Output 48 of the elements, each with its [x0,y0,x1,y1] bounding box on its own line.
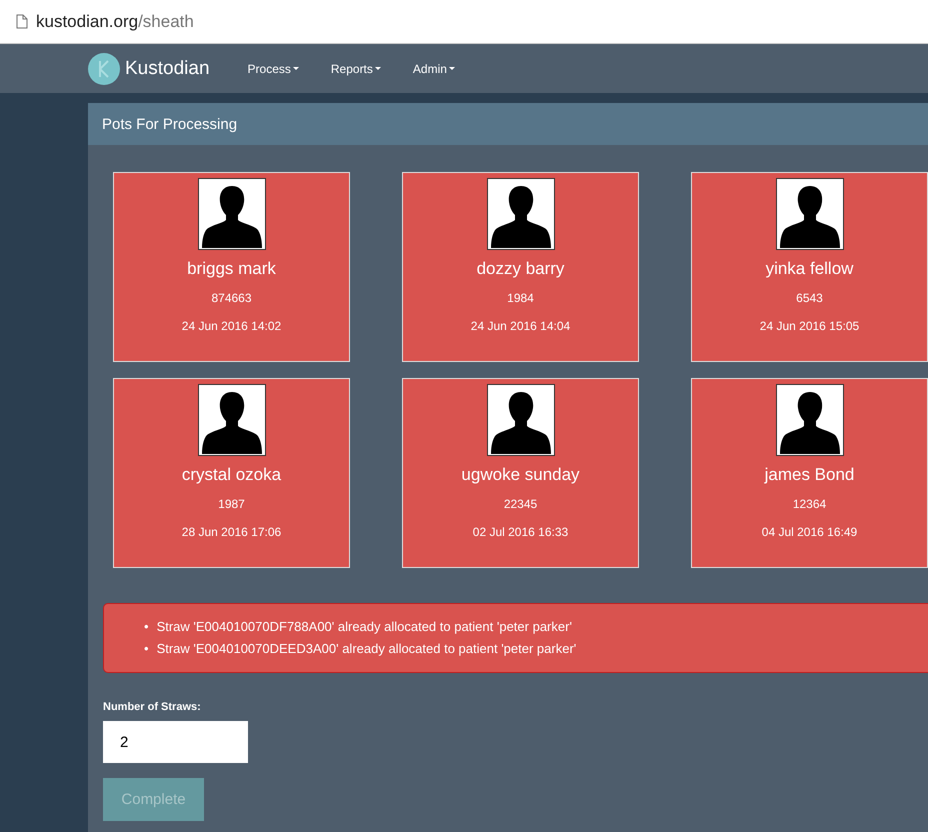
straws-input-field[interactable]: 2 [103,721,248,763]
logo-icon [88,52,120,84]
patient-name: yinka fellow [766,259,854,279]
patient-number: 1987 [218,497,245,511]
bullet-mark: • [144,618,149,636]
avatar-icon [198,384,266,456]
caret-icon [448,67,455,70]
brand-name[interactable]: Kustodian [125,58,210,80]
patient-card[interactable]: crystal ozoka 1987 28 Jun 2016 17:06 [113,378,350,568]
patient-card[interactable]: dozzy barry 1984 24 Jun 2016 14:04 [402,172,639,362]
patient-name: ugwoke sunday [461,465,580,485]
patient-number: 22345 [504,497,538,511]
patient-date: 28 Jun 2016 17:06 [182,525,282,539]
field-label: Number of Straws: [103,701,202,713]
caret-icon [292,67,299,70]
patient-card[interactable]: yinka fellow 6543 24 Jun 2016 15:05 [691,172,928,362]
panel-title: Pots For Processing [102,116,238,132]
avatar-icon [198,178,266,250]
patient-name: james Bond [764,465,854,485]
caret-icon [374,67,381,70]
patient-number: 1984 [507,291,534,305]
patient-date: 24 Jun 2016 14:04 [470,319,570,333]
patient-name: crystal ozoka [182,465,282,485]
patient-date: 04 Jul 2016 16:49 [762,525,858,539]
url-text: kustodian.org/sheath [36,12,194,32]
error-message: Straw 'E004010070DEED3A00' already allocated to patient 'peter parker' [156,640,576,658]
patient-name: briggs mark [187,259,276,279]
patient-date: 02 Jul 2016 16:33 [472,525,568,539]
patient-card[interactable]: briggs mark 874663 24 Jun 2016 14:02 [113,172,350,362]
patient-card[interactable]: james Bond 12364 04 Jul 2016 16:49 [691,378,928,568]
patient-date: 24 Jun 2016 14:02 [182,319,282,333]
patient-card[interactable]: ugwoke sunday 22345 02 Jul 2016 16:33 [402,378,639,568]
avatar-icon [776,384,844,456]
address-bar[interactable]: kustodian.org/sheath [0,0,928,44]
nav-menu[interactable]: Admin [396,62,471,76]
avatar-icon [486,384,554,456]
patient-number: 6543 [796,291,823,305]
error-message: Straw 'E004010070DF788A00' already allocated to patient 'peter parker' [156,618,572,636]
patient-number: 12364 [792,497,826,511]
patient-name: dozzy barry [476,259,564,279]
avatar-icon [486,178,554,250]
nav-menu[interactable]: Process [232,62,315,76]
avatar-icon [776,178,844,250]
nav-menu[interactable]: Reports [314,62,397,76]
bullet-mark: • [144,640,149,658]
patient-number: 874663 [211,291,252,305]
patient-date: 24 Jun 2016 15:05 [760,319,860,333]
page-icon [16,14,28,29]
